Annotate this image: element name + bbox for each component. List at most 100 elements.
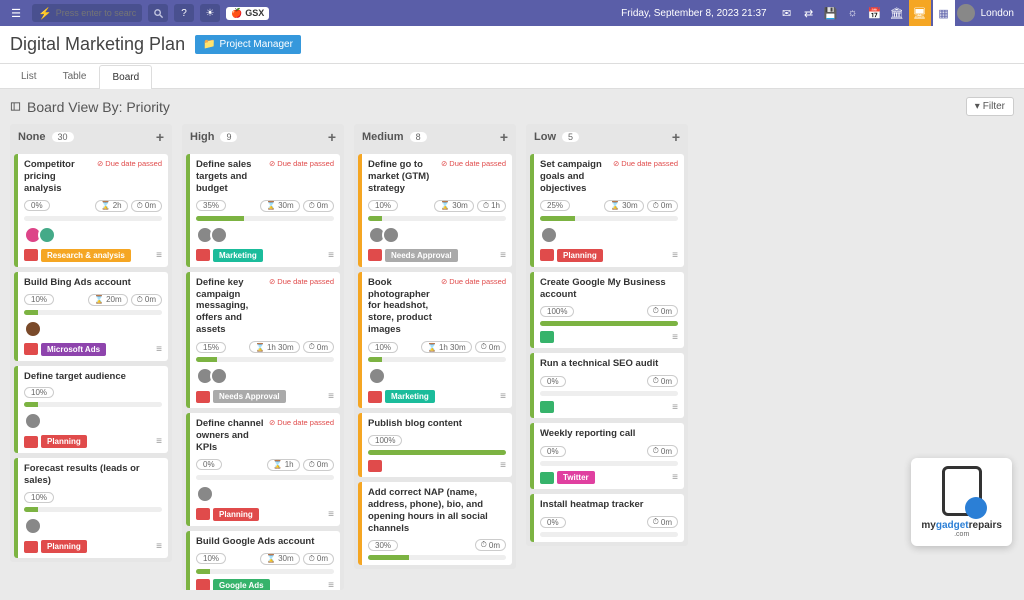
card-menu-icon[interactable]: ≡: [328, 509, 334, 520]
building-icon[interactable]: 🏛: [887, 3, 907, 23]
user-avatar[interactable]: [957, 4, 975, 22]
tag: Needs Approval: [385, 249, 458, 262]
card-title: Define channel owners and KPIs: [196, 418, 265, 454]
tag: Marketing: [213, 249, 263, 262]
due-passed-badge: ⊘ Due date passed: [613, 159, 678, 168]
monitor-icon[interactable]: 🖥: [909, 0, 931, 26]
progress: [368, 357, 506, 362]
card-menu-icon[interactable]: ≡: [500, 460, 506, 471]
percent-chip: 0%: [540, 446, 566, 457]
tag: Microsoft Ads: [41, 343, 106, 356]
column-low: Low5 + Set campaign goals and objectives…: [526, 124, 688, 546]
card-title: Publish blog content: [368, 418, 506, 430]
card-menu-icon[interactable]: ≡: [672, 250, 678, 261]
hamburger-menu[interactable]: ☰: [6, 3, 26, 23]
card[interactable]: Define channel owners and KPIs ⊘ Due date…: [186, 413, 340, 526]
page-title: Digital Marketing Plan: [10, 34, 185, 55]
percent-chip: 0%: [540, 517, 566, 528]
due-passed-badge: ⊘ Due date passed: [97, 159, 162, 168]
card-menu-icon[interactable]: ≡: [672, 332, 678, 343]
add-card-button[interactable]: +: [156, 129, 164, 145]
avatars: [24, 226, 162, 244]
est-chip: ⌛ 1h 30m: [421, 341, 472, 353]
card[interactable]: Competitor pricing analysis⊘ Due date pa…: [14, 154, 168, 267]
progress: [540, 321, 678, 326]
card-menu-icon[interactable]: ≡: [500, 391, 506, 402]
project-manager-badge[interactable]: 📁 Project Manager: [195, 35, 301, 54]
act-chip: ⏱ 0m: [303, 459, 334, 471]
est-chip: ⌛ 30m: [434, 200, 474, 212]
act-chip: ⏱ 1h: [477, 200, 506, 212]
card[interactable]: Book photographer for headshot, store, p…: [358, 272, 512, 408]
tab-board[interactable]: Board: [99, 65, 152, 89]
due-passed-badge: ⊘ Due date passed: [269, 277, 334, 286]
tag: Google Ads: [213, 579, 270, 591]
card[interactable]: Build Bing Ads account 10%⌛ 20m⏱ 0m Micr…: [14, 272, 168, 361]
apps-icon[interactable]: ▦: [933, 0, 955, 26]
card-menu-icon[interactable]: ≡: [156, 541, 162, 552]
column-header-medium: Medium8 +: [354, 124, 516, 150]
star-icon[interactable]: ☀: [200, 4, 220, 22]
card-menu-icon[interactable]: ≡: [328, 580, 334, 591]
card[interactable]: Define go to market (GTM) strategy⊘ Due …: [358, 154, 512, 267]
calendar-icon[interactable]: 📅: [865, 3, 885, 23]
sun-icon[interactable]: ☼: [843, 3, 863, 23]
card-title: Build Google Ads account: [196, 536, 334, 548]
card[interactable]: Define key campaign messaging, offers an…: [186, 272, 340, 408]
count-badge: 8: [410, 132, 427, 142]
percent-chip: 10%: [24, 294, 54, 305]
filter-button[interactable]: ▾ Filter: [966, 97, 1014, 116]
card-menu-icon[interactable]: ≡: [328, 250, 334, 261]
tab-table[interactable]: Table: [50, 64, 100, 88]
flag-icon: [24, 541, 38, 553]
topbar: ☰ ⚡ ? ☀ 🍎 GSX Friday, September 8, 2023 …: [0, 0, 1024, 26]
help-icon[interactable]: ?: [174, 4, 194, 22]
progress: [368, 450, 506, 455]
card[interactable]: Forecast results (leads or sales) 10% Pl…: [14, 458, 168, 558]
gsx-badge[interactable]: 🍎 GSX: [226, 7, 269, 20]
progress: [540, 461, 678, 466]
card[interactable]: Define sales targets and budget⊘ Due dat…: [186, 154, 340, 267]
act-chip: ⏱ 0m: [303, 341, 334, 353]
card[interactable]: Create Google My Business account 100%⏱ …: [530, 272, 684, 349]
avatars: [196, 367, 334, 385]
progress: [24, 216, 162, 221]
tag: Planning: [41, 540, 87, 553]
tag: Needs Approval: [213, 390, 286, 403]
share-icon[interactable]: ⇄: [799, 3, 819, 23]
avatars: [24, 517, 162, 535]
card-menu-icon[interactable]: ≡: [156, 250, 162, 261]
card[interactable]: Add correct NAP (name, address, phone), …: [358, 482, 512, 566]
card[interactable]: Define target audience 10% Planning≡: [14, 366, 168, 454]
card[interactable]: Install heatmap tracker 0%⏱ 0m: [530, 494, 684, 542]
add-card-button[interactable]: +: [672, 129, 680, 145]
est-chip: ⌛ 1h: [267, 459, 300, 471]
card-menu-icon[interactable]: ≡: [672, 402, 678, 413]
search-input[interactable]: [56, 8, 136, 18]
card[interactable]: Weekly reporting call 0%⏱ 0m Twitter≡: [530, 423, 684, 489]
card-title: Install heatmap tracker: [540, 499, 678, 511]
card-menu-icon[interactable]: ≡: [156, 436, 162, 447]
card-menu-icon[interactable]: ≡: [156, 344, 162, 355]
act-chip: ⏱ 0m: [303, 553, 334, 565]
card[interactable]: Run a technical SEO audit 0%⏱ 0m ≡: [530, 353, 684, 418]
card-menu-icon[interactable]: ≡: [328, 391, 334, 402]
card[interactable]: Publish blog content 100% ≡: [358, 413, 512, 477]
card-menu-icon[interactable]: ≡: [500, 250, 506, 261]
search-button[interactable]: [148, 4, 168, 22]
card[interactable]: Build Google Ads account 10%⌛ 30m⏱ 0m Go…: [186, 531, 340, 590]
card[interactable]: Set campaign goals and objectives⊘ Due d…: [530, 154, 684, 267]
tab-list[interactable]: List: [8, 64, 50, 88]
progress: [368, 555, 506, 560]
due-passed-badge: ⊘ Due date passed: [269, 418, 334, 427]
mail-icon[interactable]: ✉: [777, 3, 797, 23]
add-card-button[interactable]: +: [328, 129, 336, 145]
count-badge: 30: [52, 132, 74, 142]
flag-icon: [368, 249, 382, 261]
percent-chip: 0%: [540, 376, 566, 387]
percent-chip: 10%: [368, 200, 398, 211]
save-icon[interactable]: 💾: [821, 3, 841, 23]
card-menu-icon[interactable]: ≡: [672, 472, 678, 483]
card-title: Run a technical SEO audit: [540, 358, 678, 370]
add-card-button[interactable]: +: [500, 129, 508, 145]
